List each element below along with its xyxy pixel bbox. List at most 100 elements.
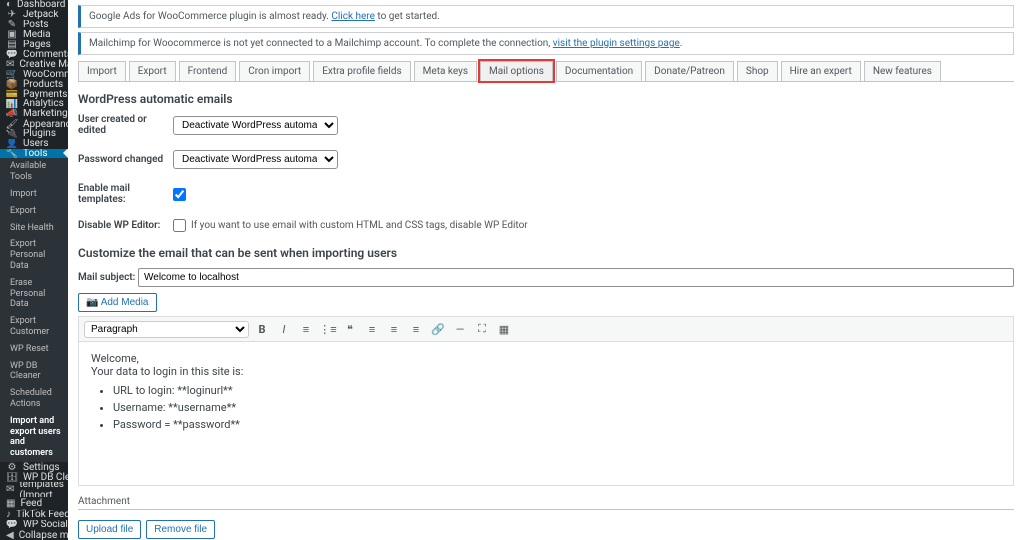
tab-donate[interactable]: Donate/Patreon	[645, 61, 734, 81]
mail-icon: ✉	[6, 484, 14, 496]
select-user-created[interactable]: Deactivate WordPress automatic email whe…	[173, 116, 338, 135]
tab-documentation[interactable]: Documentation	[556, 61, 642, 81]
editor-toolbar: Paragraph B I ≡ ⋮≡ ❝ ≡ ≡ ≡ 🔗 — ⛶ ▦	[78, 316, 1014, 341]
subitem-export[interactable]: Export	[0, 203, 68, 220]
align-right-icon[interactable]: ≡	[407, 320, 425, 338]
sidebar-item-settings[interactable]: ⚙Settings	[0, 462, 68, 472]
sidebar-item-label: Appearance	[23, 119, 68, 129]
subitem-available-tools[interactable]: Available Tools	[0, 158, 68, 186]
comment-icon: 💬	[6, 50, 18, 60]
subitem-scheduled-actions[interactable]: Scheduled Actions	[0, 385, 68, 413]
bold-icon[interactable]: B	[253, 320, 271, 338]
sidebar-item-woocommerce[interactable]: 🛒WooCommerce	[0, 70, 68, 80]
sidebar-item-label: Creative Mail	[19, 59, 68, 69]
editor-line: Your data to login in this site is:	[91, 365, 1001, 378]
sidebar-item-tiktok[interactable]: ♪TikTok Feed	[0, 510, 68, 520]
sidebar-item-creative-mail[interactable]: ✉ Creative Mail	[0, 59, 68, 69]
sidebar-item-label: Jetpack	[23, 10, 58, 20]
sidebar-item-users[interactable]: 👤Users	[0, 139, 68, 149]
subitem-export-customer[interactable]: Export Customer	[0, 313, 68, 341]
more-icon[interactable]: —	[451, 320, 469, 338]
sidebar-item-label: Media	[23, 30, 51, 40]
notice-link[interactable]: Click here	[331, 11, 375, 22]
row-disable-editor: Disable WP Editor: If you want to use em…	[78, 219, 1014, 232]
sidebar-item-db-cleaner[interactable]: 🗄WP DB Cleaner	[0, 472, 68, 482]
sidebar-item-dashboard[interactable]: ◐Dashboard	[0, 0, 68, 10]
italic-icon[interactable]: I	[275, 320, 293, 338]
sidebar-item-label: Pages	[23, 40, 51, 50]
checkbox-disable-editor[interactable]	[173, 219, 186, 232]
tab-shop[interactable]: Shop	[737, 61, 778, 81]
sidebar-item-label: Dashboard	[17, 0, 65, 10]
wrench-icon: 🔧	[6, 149, 18, 159]
tab-export[interactable]: Export	[129, 61, 176, 81]
sidebar-item-tools[interactable]: 🔧Tools	[0, 149, 68, 159]
quote-icon[interactable]: ❝	[341, 320, 359, 338]
user-icon: 👤	[6, 139, 18, 149]
mail-icon: ✉	[6, 59, 14, 69]
sidebar-item-plugins[interactable]: 🔌Plugins	[0, 129, 68, 139]
sidebar-item-marketing[interactable]: 📣Marketing	[0, 109, 68, 119]
number-list-icon[interactable]: ⋮≡	[319, 320, 337, 338]
editor-content[interactable]: Welcome, Your data to login in this site…	[78, 341, 1014, 486]
subitem-site-health[interactable]: Site Health	[0, 220, 68, 237]
sidebar-item-comments[interactable]: 💬Comments	[0, 50, 68, 60]
subitem-erase-personal[interactable]: Erase Personal Data	[0, 275, 68, 313]
sidebar-item-products[interactable]: 📦Products	[0, 79, 68, 89]
format-select[interactable]: Paragraph	[84, 321, 249, 338]
subitem-import[interactable]: Import	[0, 186, 68, 203]
subitem-wp-db-cleaner[interactable]: WP DB Cleaner	[0, 358, 68, 386]
row-mail-subject: Mail subject:	[78, 268, 1014, 287]
tab-import[interactable]: Import	[78, 61, 126, 81]
admin-sidebar: ◐Dashboard ✈ Jetpack ✎Posts ▣Media ▤Pages…	[0, 0, 68, 540]
select-password-changed[interactable]: Deactivate WordPress automatic email whe…	[173, 150, 338, 169]
row-enable-templates: Enable mail templates:	[78, 183, 1014, 205]
sidebar-item-email-templates[interactable]: ✉Email templates (Import Users)	[0, 482, 68, 497]
subitem-import-export-users[interactable]: Import and export users and customers	[0, 413, 68, 462]
tab-meta-keys[interactable]: Meta keys	[414, 61, 477, 81]
sidebar-item-payments[interactable]: 💳Payments	[0, 89, 68, 99]
tab-extra-profile[interactable]: Extra profile fields	[313, 61, 410, 81]
editor-list-item: URL to login: **loginurl**	[113, 384, 1001, 397]
checkbox-enable-templates[interactable]	[173, 188, 186, 201]
plugin-tabs: Import Export Frontend Cron import Extra…	[78, 61, 1014, 82]
input-mail-subject[interactable]	[138, 268, 1014, 287]
label-enable-templates: Enable mail templates:	[78, 183, 173, 205]
tab-new-features[interactable]: New features	[864, 61, 941, 81]
toolbar-toggle-icon[interactable]: ▦	[495, 320, 513, 338]
tab-frontend[interactable]: Frontend	[179, 61, 237, 81]
sidebar-item-social-feed[interactable]: ▦Social Feed Gallery	[0, 497, 68, 510]
sidebar-item-analytics[interactable]: 📊 Analytics	[0, 99, 68, 109]
products-icon: 📦	[6, 79, 18, 89]
link-icon[interactable]: 🔗	[429, 320, 447, 338]
sidebar-item-media[interactable]: ▣Media	[0, 30, 68, 40]
editor-list-item: Password = **password**	[113, 418, 1001, 431]
notice-text: to get started.	[375, 11, 440, 22]
section-title-auto-emails: WordPress automatic emails	[78, 92, 1014, 106]
add-media-button[interactable]: 📷 Add Media	[78, 293, 157, 312]
jetpack-icon: ✈	[6, 10, 18, 20]
upload-file-button[interactable]: Upload file	[78, 520, 141, 539]
sidebar-item-label: Analytics	[23, 99, 64, 109]
subitem-wp-reset[interactable]: WP Reset	[0, 341, 68, 358]
remove-file-button[interactable]: Remove file	[146, 520, 215, 539]
tab-cron-import[interactable]: Cron import	[239, 61, 310, 81]
bullet-list-icon[interactable]: ≡	[297, 320, 315, 338]
sidebar-item-appearance[interactable]: 🖌Appearance	[0, 119, 68, 129]
fullscreen-icon[interactable]: ⛶	[473, 320, 491, 338]
disable-editor-note: If you want to use email with custom HTM…	[191, 220, 528, 231]
sidebar-item-social-chat[interactable]: 💬WP Social Chat	[0, 520, 68, 530]
collapse-menu[interactable]: ◀Collapse menu	[0, 530, 68, 540]
analytics-icon: 📊	[6, 99, 18, 109]
subitem-export-personal[interactable]: Export Personal Data	[0, 236, 68, 274]
align-left-icon[interactable]: ≡	[363, 320, 381, 338]
notice-link[interactable]: visit the plugin settings page	[553, 38, 680, 49]
main-content: Google Ads for WooCommerce plugin is alm…	[68, 0, 1024, 540]
tab-hire-expert[interactable]: Hire an expert	[781, 61, 861, 81]
tab-mail-options[interactable]: Mail options	[480, 61, 553, 81]
plug-icon: 🔌	[6, 129, 18, 139]
align-center-icon[interactable]: ≡	[385, 320, 403, 338]
sidebar-item-posts[interactable]: ✎Posts	[0, 20, 68, 30]
sidebar-item-jetpack[interactable]: ✈ Jetpack	[0, 10, 68, 20]
sidebar-item-pages[interactable]: ▤Pages	[0, 40, 68, 50]
